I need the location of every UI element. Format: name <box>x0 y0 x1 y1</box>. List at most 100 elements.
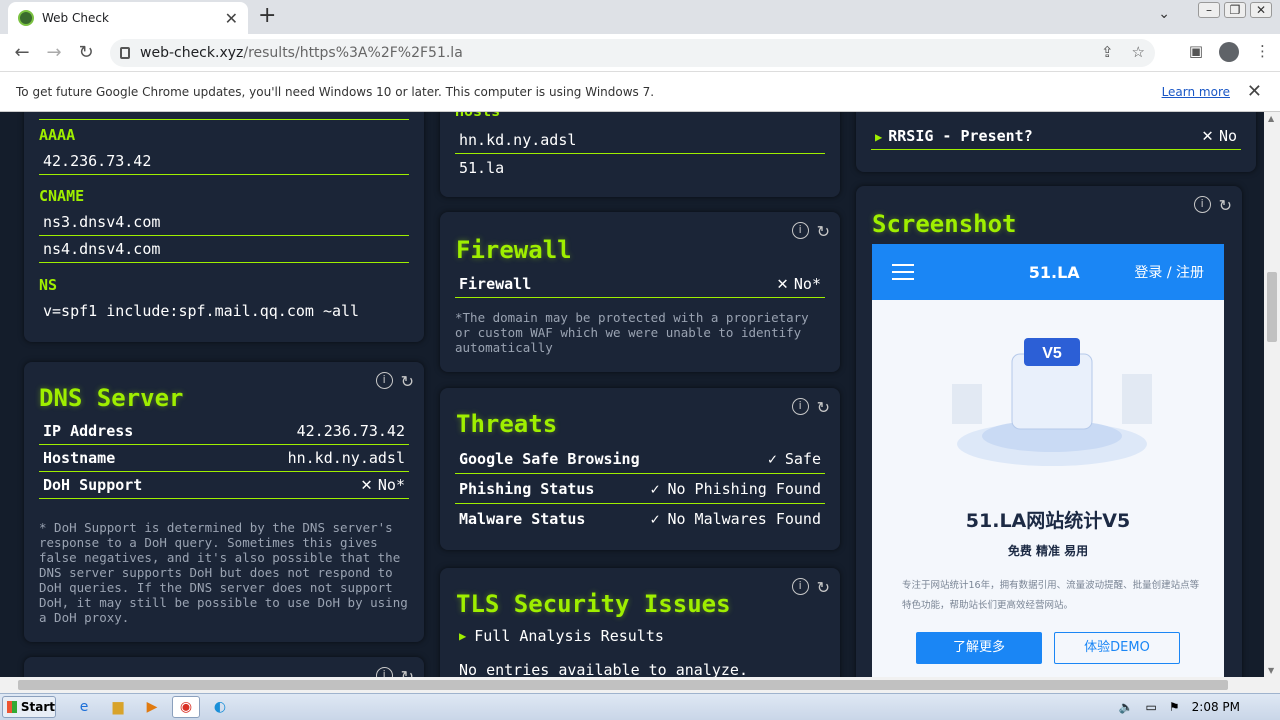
card-actions: i ↻ <box>791 222 830 241</box>
new-tab-button[interactable]: + <box>258 3 276 28</box>
host-value: hn.kd.ny.adsl <box>459 130 577 149</box>
close-window-icon[interactable]: ✕ <box>1250 2 1272 18</box>
next-card: i ↻ <box>24 657 424 677</box>
volume-icon[interactable]: 🔈 <box>1119 700 1134 714</box>
lock-icon[interactable] <box>120 47 130 59</box>
screenshot-header: 51.LA 登录 / 注册 <box>872 244 1224 300</box>
horizontal-scrollbar[interactable] <box>0 677 1280 693</box>
screenshot-learn-more: 了解更多 <box>916 632 1042 664</box>
row-value: 42.236.73.42 <box>296 421 405 440</box>
flag-icon[interactable]: ⚑ <box>1169 700 1180 714</box>
bookmark-star-icon[interactable]: ☆ <box>1132 43 1145 61</box>
minimize-icon[interactable]: – <box>1198 2 1220 18</box>
aaaa-label: AAAA <box>39 126 76 144</box>
vertical-scrollbar[interactable]: ▲ ▼ <box>1264 112 1280 677</box>
row-key: IP Address <box>43 421 134 440</box>
row-key: RRSIG - Present? <box>888 126 1033 145</box>
cname-label: CNAME <box>39 187 85 205</box>
full-analysis-expander[interactable]: ▶ Full Analysis Results <box>455 622 825 650</box>
scroll-up-icon[interactable]: ▲ <box>1268 114 1274 123</box>
info-icon[interactable]: i <box>375 372 393 389</box>
info-icon[interactable]: i <box>791 578 809 595</box>
restore-icon[interactable]: ❐ <box>1224 2 1246 18</box>
refresh-icon[interactable]: ↻ <box>1219 196 1232 215</box>
chrome-icon[interactable]: ◉ <box>172 696 200 718</box>
reload-icon[interactable]: ↻ <box>70 42 102 63</box>
tls-empty-row: No entries available to analyze. <box>455 656 825 677</box>
screenshot-hero-sub: 免费 精准 易用 <box>1007 544 1089 558</box>
tab-title: Web Check <box>42 11 109 25</box>
start-label: Start <box>20 700 55 714</box>
aaaa-value: 42.236.73.42 <box>43 151 152 170</box>
triangle-right-icon: ▶ <box>459 629 467 643</box>
tab-search-chevron-icon[interactable]: ⌄ <box>1158 6 1170 22</box>
screenshot-hero-desc: 专注于网站统计16年，拥有数据引用、流量波动提醒、批量创建站点等特色功能，帮助站… <box>902 580 1200 611</box>
dns-records-card: AAAA 42.236.73.42 CNAME ns3.dnsv4.com ns… <box>24 112 424 342</box>
card-actions: i ↻ <box>791 578 830 597</box>
info-icon[interactable]: i <box>1193 196 1211 213</box>
profile-avatar-icon[interactable] <box>1219 42 1239 62</box>
host-row: 51.la <box>455 154 825 182</box>
system-tray: 🔈 ▭ ⚑ 2:08 PM <box>1119 700 1240 714</box>
firewall-note: *The domain may be protected with a prop… <box>455 310 809 355</box>
clock[interactable]: 2:08 PM <box>1192 700 1240 714</box>
row-key: DoH Support <box>43 475 143 494</box>
scroll-thumb[interactable] <box>1267 272 1277 342</box>
info-icon[interactable]: i <box>791 398 809 415</box>
close-infobar-icon[interactable]: ✕ <box>1247 81 1262 102</box>
back-arrow-icon[interactable]: ← <box>6 42 38 63</box>
row-key: Google Safe Browsing <box>459 449 640 468</box>
start-button[interactable]: Start <box>2 696 56 718</box>
infobar-message: To get future Google Chrome updates, you… <box>16 84 655 99</box>
row-value: hn.kd.ny.adsl <box>287 448 405 467</box>
threat-row: Malware Status ✓ No Malwares Found <box>455 504 825 534</box>
row-value: No Phishing Found <box>667 479 821 498</box>
learn-more-link[interactable]: Learn more <box>1162 85 1230 99</box>
hosts-card: Hosts hn.kd.ny.adsl 51.la <box>440 112 840 197</box>
media-player-icon[interactable]: ▶ <box>138 696 166 718</box>
site-screenshot-image: 51.LA 登录 / 注册 V5 51.LA网站统计V5 免费 精准 易用 专注… <box>872 244 1224 677</box>
info-icon[interactable]: i <box>791 222 809 239</box>
card-title: TLS Security Issues <box>456 590 731 618</box>
side-panel-icon[interactable]: ▣ <box>1189 42 1203 62</box>
host-value: 51.la <box>459 159 505 177</box>
scroll-down-icon[interactable]: ▼ <box>1268 666 1274 675</box>
tab-strip: Web Check ✕ + ⌄ – ❐ ✕ <box>0 0 1280 34</box>
refresh-icon[interactable]: ↻ <box>817 578 830 597</box>
threats-card: i ↻ Threats Google Safe Browsing ✓ Safe P… <box>440 388 840 550</box>
row-key: Phishing Status <box>459 479 595 498</box>
scroll-thumb[interactable] <box>18 680 1228 690</box>
folder-icon[interactable]: ▆ <box>104 696 132 718</box>
forward-arrow-icon[interactable]: → <box>38 42 70 63</box>
menu-kebab-icon[interactable]: ⋮ <box>1255 42 1270 62</box>
threat-row: Phishing Status ✓ No Phishing Found <box>455 474 825 504</box>
info-icon[interactable]: i <box>375 667 393 677</box>
card-title: DNS Server <box>39 384 184 412</box>
dns-server-row: DoH Support ✕ No* <box>39 471 409 499</box>
browser-tab[interactable]: Web Check ✕ <box>8 2 248 34</box>
address-bar[interactable]: web-check.xyz/results/https%3A%2F%2F51.l… <box>110 39 1155 67</box>
card-title: Threats <box>456 410 558 438</box>
record-divider <box>39 112 409 120</box>
refresh-icon[interactable]: ↻ <box>817 398 830 417</box>
card-actions: i ↻ <box>375 372 414 391</box>
hosts-label: Hosts <box>455 112 500 120</box>
close-tab-icon[interactable]: ✕ <box>225 9 238 28</box>
screenshot-demo: 体验DEMO <box>1054 632 1180 664</box>
rrsig-row[interactable]: ▶ RRSIG - Present? ✕ No <box>871 122 1241 150</box>
ns-row: v=spf1 include:spf.mail.qq.com ~all <box>39 297 409 325</box>
refresh-icon[interactable]: ↻ <box>817 222 830 241</box>
window-controls: – ❐ ✕ <box>1198 2 1272 18</box>
card-actions: i ↻ <box>1193 196 1232 215</box>
screenshot-login: 登录 / 注册 <box>1134 265 1204 281</box>
ie-icon[interactable]: e <box>70 696 98 718</box>
share-icon[interactable]: ⇪ <box>1101 43 1114 61</box>
network-icon[interactable]: ▭ <box>1146 700 1157 714</box>
screenshot-logo: 51.LA <box>1028 262 1080 282</box>
url-path: /results/https%3A%2F%2F51.la <box>243 45 463 61</box>
edge-icon[interactable]: ◐ <box>206 696 234 718</box>
refresh-icon[interactable]: ↻ <box>401 667 414 677</box>
threat-row: Google Safe Browsing ✓ Safe <box>455 444 825 474</box>
card-actions: i ↻ <box>791 398 830 417</box>
refresh-icon[interactable]: ↻ <box>401 372 414 391</box>
